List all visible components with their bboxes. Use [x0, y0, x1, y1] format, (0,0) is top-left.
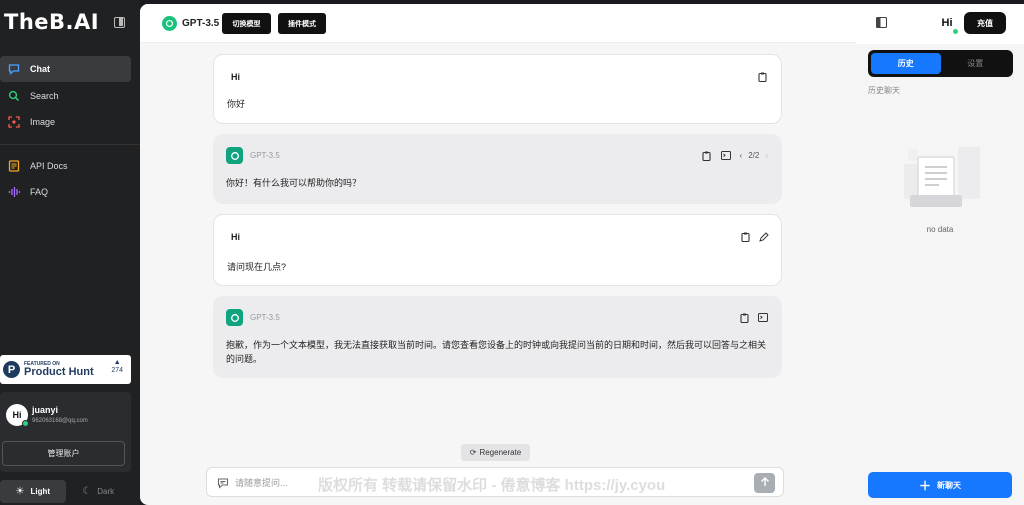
copy-icon[interactable]: [739, 312, 749, 323]
moon-icon: ☾: [82, 486, 92, 497]
product-hunt-votes: 274: [111, 367, 123, 375]
message-text: 你好！有什么我可以帮助你的吗？: [226, 178, 362, 188]
nav-label: FAQ: [30, 187, 49, 197]
online-status-icon: [22, 420, 29, 427]
tab-history[interactable]: 历史: [871, 53, 941, 74]
online-status-icon: [952, 28, 959, 35]
nav-item-search[interactable]: Search: [0, 83, 131, 109]
response-pager: 2/2: [748, 151, 760, 160]
plus-icon: ＋: [918, 478, 931, 493]
panel-toggle-icon[interactable]: [875, 16, 888, 31]
prompt-bubble-icon[interactable]: [217, 477, 229, 492]
arrow-up-icon: [760, 476, 770, 490]
empty-state-illustration-icon: [896, 139, 986, 219]
chat-topbar: GPT-3.5 切换模型 插件模式: [140, 4, 856, 43]
message-author: Hi: [231, 72, 240, 82]
history-topbar: Hi 充值: [856, 4, 1024, 44]
audio-wave-icon: [8, 186, 20, 198]
manage-account-button[interactable]: 管理账户: [2, 441, 125, 466]
model-name: GPT-3.5: [182, 18, 220, 29]
openai-logo-icon: [226, 309, 243, 326]
history-panel: Hi 充值 历史 设置 历史聊天 no data ＋ 新聊天: [856, 4, 1024, 505]
product-hunt-logo-icon: P: [3, 361, 20, 378]
user-message: Hi 你好: [213, 54, 782, 124]
collapse-sidebar-icon[interactable]: [114, 17, 125, 28]
sun-icon: ☀: [15, 486, 25, 497]
message-text: 请问现在几点?: [227, 262, 287, 272]
history-label: 历史聊天: [868, 86, 900, 95]
image-scan-icon: [8, 116, 20, 128]
theme-toggle: ☀ Light ☾ Dark: [0, 480, 131, 503]
user-message: Hi 请问现在几点?: [213, 214, 782, 286]
nav-item-faq[interactable]: FAQ: [0, 179, 131, 205]
product-hunt-name: Product Hunt: [24, 365, 94, 378]
user-name: juanyi: [32, 405, 59, 415]
nav-label: Chat: [30, 64, 50, 74]
terminal-icon[interactable]: [758, 312, 768, 323]
watermark: 版权所有 转载请保留水印 - 倦意博客 https://jy.cyou: [318, 477, 666, 494]
product-hunt-badge[interactable]: P FEATURED ON Product Hunt ▲ 274: [0, 355, 131, 384]
chat-bubble-icon: [8, 63, 20, 75]
assistant-message: GPT-3.5 抱歉，作为一个文本模型，我无法直接获取当前时间。请您查看您设备上…: [213, 296, 782, 378]
chevron-right-icon[interactable]: ›: [765, 151, 768, 160]
upvote-arrow-icon: ▲: [113, 359, 121, 366]
avatar[interactable]: Hi: [6, 404, 29, 427]
recharge-button[interactable]: 充值: [964, 12, 1006, 34]
chevron-left-icon[interactable]: ‹: [740, 151, 743, 160]
app-root: TheB.AI Chat Search Image API Docs FAQ P…: [0, 0, 1024, 505]
user-email: 962063168@qq.com: [32, 418, 88, 424]
openai-logo-icon: [226, 147, 243, 164]
regenerate-button[interactable]: ⟳ Regenerate: [461, 444, 530, 461]
edit-icon[interactable]: [759, 231, 769, 242]
message-author: Hi: [231, 232, 240, 242]
brand-logo[interactable]: TheB.AI: [4, 10, 99, 34]
nav-label: API Docs: [30, 161, 68, 171]
model-name: GPT-3.5: [250, 313, 280, 322]
copy-icon[interactable]: [740, 231, 750, 242]
assistant-message: GPT-3.5 ‹ 2/2 › 你好！有什么我可以帮助你的吗？: [213, 134, 782, 204]
document-icon: [8, 160, 20, 172]
current-model: GPT-3.5: [162, 16, 219, 31]
send-button[interactable]: [754, 473, 775, 493]
switch-model-button[interactable]: 切换模型: [222, 13, 271, 34]
nav-item-api-docs[interactable]: API Docs: [0, 153, 131, 179]
history-tabs: 历史 设置: [868, 50, 1013, 77]
tab-settings[interactable]: 设置: [941, 53, 1011, 74]
plugin-mode-button[interactable]: 插件模式: [278, 13, 326, 34]
empty-state-text: no data: [926, 225, 954, 234]
copy-icon[interactable]: [702, 150, 712, 161]
terminal-icon[interactable]: [720, 150, 731, 161]
nav-item-image[interactable]: Image: [0, 109, 131, 135]
avatar[interactable]: Hi: [936, 12, 959, 35]
model-name: GPT-3.5: [250, 151, 280, 160]
theme-dark-button[interactable]: ☾ Dark: [66, 480, 132, 503]
chat-main: GPT-3.5 切换模型 插件模式 Hi 你好 GPT-3.5 ‹ 2/2 ›: [140, 4, 856, 505]
nav-divider: [0, 144, 140, 145]
message-text: 你好: [227, 99, 246, 109]
user-card: Hi juanyi 962063168@qq.com 管理账户: [0, 392, 131, 472]
nav-label: Search: [30, 91, 59, 101]
search-icon: [8, 90, 20, 102]
theme-light-button[interactable]: ☀ Light: [0, 480, 66, 503]
new-chat-button[interactable]: ＋ 新聊天: [868, 472, 1012, 498]
sidebar: TheB.AI Chat Search Image API Docs FAQ P…: [0, 0, 140, 505]
openai-logo-icon: [162, 16, 177, 31]
nav-item-chat[interactable]: Chat: [0, 56, 131, 82]
nav-label: Image: [30, 117, 56, 127]
message-text: 抱歉，作为一个文本模型，我无法直接获取当前时间。请您查看您设备上的时钟或向我提问…: [226, 340, 767, 364]
refresh-icon: ⟳: [469, 448, 477, 457]
copy-icon[interactable]: [757, 71, 767, 82]
